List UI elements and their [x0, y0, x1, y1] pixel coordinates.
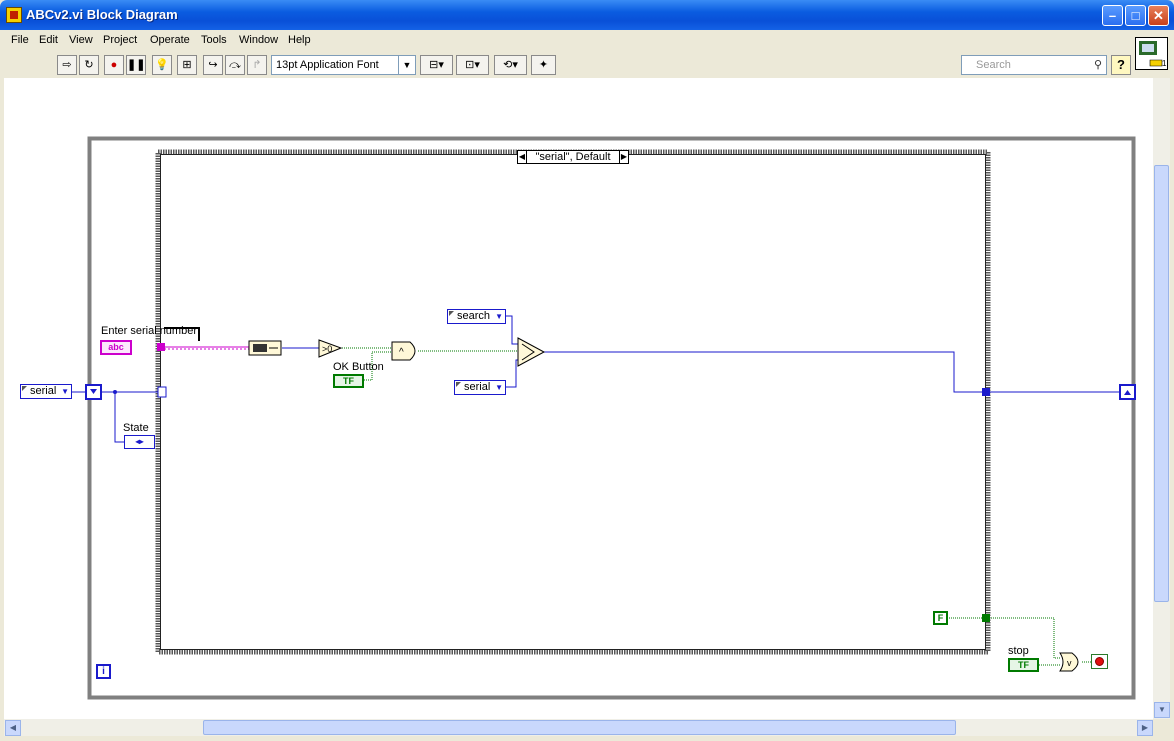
labview-window: ABCv2.vi Block Diagram – □ ✕ File Edit V…	[0, 0, 1174, 741]
case-structure-frame	[155, 149, 991, 655]
enum-wire-serial	[506, 359, 518, 388]
align-objects-icon[interactable]: ⊟▾	[420, 55, 453, 75]
scroll-left-icon[interactable]: ◀	[5, 720, 21, 736]
decrement-case-icon[interactable]: ◀	[518, 151, 527, 163]
block-diagram-canvas[interactable]: >0 ^ v Enter serial number abc OK Button…	[4, 78, 1153, 719]
enum-wire-search	[506, 315, 518, 345]
menu-view[interactable]: View	[69, 34, 93, 46]
menu-edit[interactable]: Edit	[39, 34, 58, 46]
vi-icon[interactable]: 1	[1135, 37, 1168, 70]
step-over-icon[interactable]: ⤼	[225, 55, 245, 75]
wire-junction	[113, 390, 117, 394]
while-loop-frame	[87, 136, 1136, 700]
select-function	[517, 337, 546, 367]
greater-than-zero-function: >0	[318, 339, 343, 358]
horizontal-scroll-thumb[interactable]	[203, 720, 956, 735]
scroll-down-icon[interactable]: ▼	[1154, 702, 1170, 718]
step-into-icon[interactable]: ↪	[203, 55, 223, 75]
serial-number-label[interactable]: Enter serial number	[101, 325, 197, 337]
labview-app-icon[interactable]	[6, 7, 22, 23]
reorder-icon[interactable]: ⟲▾	[494, 55, 527, 75]
menu-operate[interactable]: Operate	[150, 34, 190, 46]
chevron-down-icon: ▼	[398, 56, 415, 74]
minimize-button[interactable]: –	[1102, 5, 1123, 26]
increment-case-icon[interactable]: ▶	[619, 151, 628, 163]
menu-file[interactable]: File	[11, 34, 29, 46]
chevron-down-icon: ▼	[495, 383, 503, 392]
run-continuously-icon[interactable]: ↻	[79, 55, 99, 75]
case-selector-label[interactable]: ◀ "serial", Default ▶	[517, 150, 629, 164]
scroll-right-icon[interactable]: ▶	[1137, 720, 1153, 736]
chevron-down-icon: ▼	[61, 387, 69, 396]
loop-condition-stop-icon[interactable]	[1091, 654, 1108, 669]
string-tunnel	[157, 343, 165, 351]
diagram-wires: >0 ^ v	[72, 136, 1136, 700]
retain-wire-values-icon[interactable]: ⊞	[177, 55, 197, 75]
search-enum-constant[interactable]: search ▼	[447, 309, 506, 324]
ok-button-terminal[interactable]: TF	[333, 374, 364, 388]
state-label[interactable]: State	[123, 422, 149, 434]
false-constant[interactable]: F	[933, 611, 948, 625]
serial-number-control-terminal[interactable]: abc	[100, 340, 132, 355]
search-input[interactable]: Search ⚲	[961, 55, 1107, 75]
distribute-objects-icon[interactable]: ⊡▾	[456, 55, 489, 75]
menu-window[interactable]: Window	[239, 34, 278, 46]
serial-enum-constant[interactable]: serial ▼	[454, 380, 506, 395]
close-button[interactable]: ✕	[1148, 5, 1169, 26]
menu-tools[interactable]: Tools	[201, 34, 227, 46]
case-selector-terminal	[157, 386, 167, 398]
svg-text:1: 1	[1162, 59, 1167, 68]
run-arrow-icon[interactable]: ⇨	[57, 55, 77, 75]
menu-bar: File Edit View Project Operate Tools Win…	[0, 30, 1174, 52]
vertical-scroll-thumb[interactable]	[1154, 165, 1169, 602]
enum-out-tunnel	[982, 388, 990, 396]
context-help-button[interactable]: ?	[1111, 55, 1131, 75]
pause-icon[interactable]: ❚❚	[126, 55, 146, 75]
iteration-terminal[interactable]: i	[96, 664, 111, 679]
svg-text:v: v	[1067, 658, 1072, 668]
string-length-function	[248, 340, 282, 356]
abort-icon[interactable]: ●	[104, 55, 124, 75]
stop-label[interactable]: stop	[1008, 645, 1029, 657]
maximize-button[interactable]: □	[1125, 5, 1146, 26]
search-icon: ⚲	[1093, 59, 1102, 71]
clean-up-diagram-icon[interactable]: ✦	[531, 55, 556, 75]
chevron-down-icon: ▼	[495, 312, 503, 321]
highlight-execution-icon[interactable]: 💡	[152, 55, 172, 75]
menu-project[interactable]: Project	[103, 34, 137, 46]
state-indicator-terminal[interactable]: ◂▸	[124, 435, 155, 449]
svg-text:>0: >0	[322, 344, 332, 354]
stop-button-terminal[interactable]: TF	[1008, 658, 1039, 672]
case-structure-inner	[160, 154, 986, 650]
menu-help[interactable]: Help	[288, 34, 311, 46]
initial-state-enum-constant[interactable]: serial ▼	[20, 384, 72, 399]
or-function: v	[1059, 652, 1079, 672]
and-function: ^	[391, 341, 416, 361]
step-out-icon[interactable]: ↱	[247, 55, 267, 75]
window-title: ABCv2.vi Block Diagram	[26, 7, 178, 22]
ok-button-label[interactable]: OK Button	[333, 361, 384, 373]
title-bar: ABCv2.vi Block Diagram – □ ✕	[0, 0, 1174, 30]
bool-out-tunnel	[982, 614, 990, 622]
svg-text:^: ^	[399, 347, 404, 358]
enum-wire-select-out	[544, 351, 985, 393]
font-selector[interactable]: 13pt Application Font ▼	[271, 55, 416, 75]
